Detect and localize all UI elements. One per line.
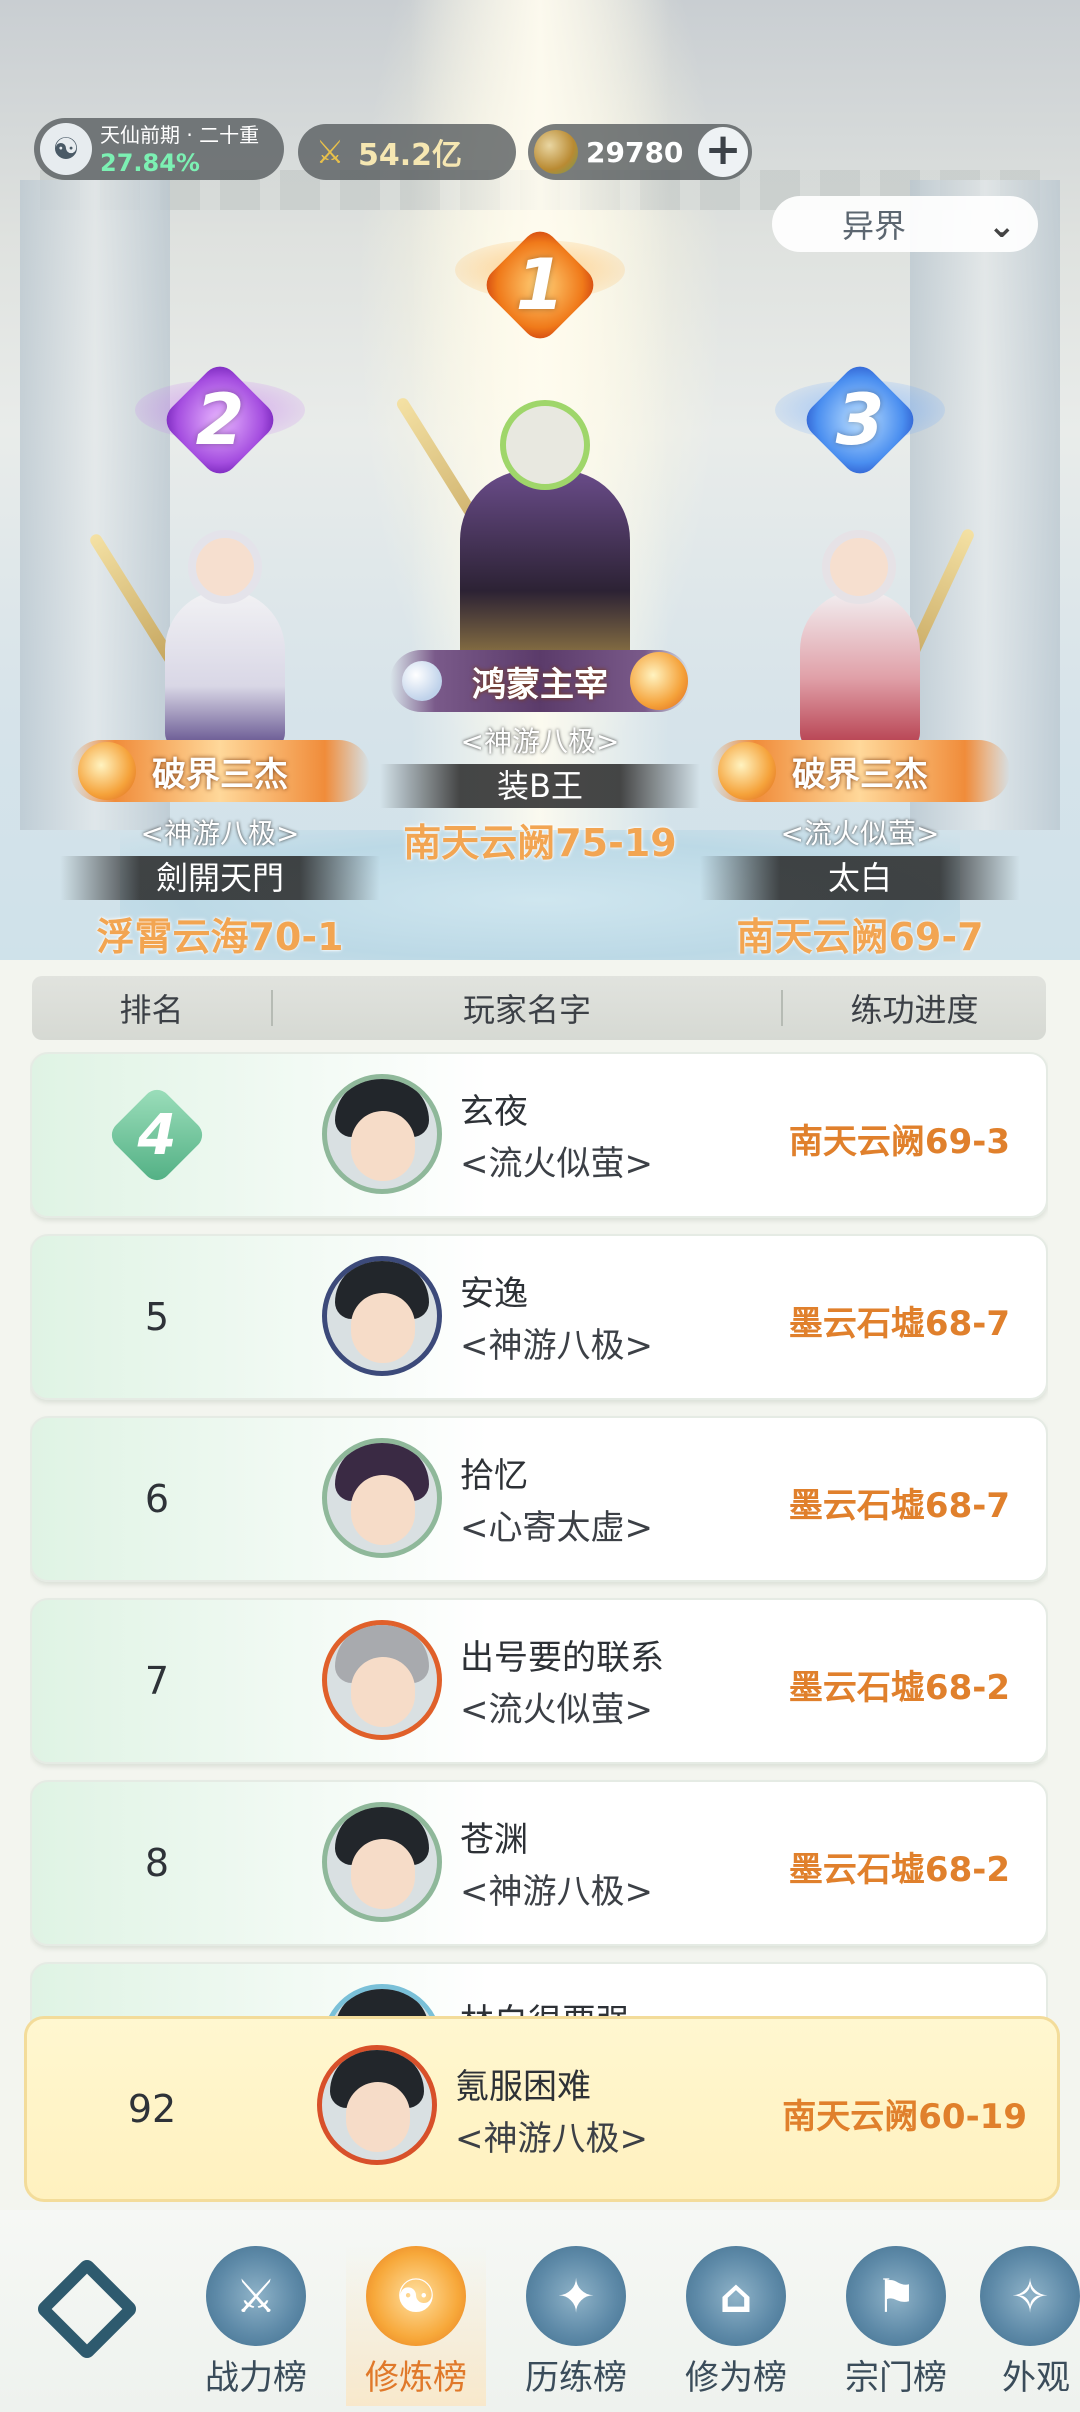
player-progress: 墨云石墟68-2 [788, 1668, 1010, 1708]
player-name: 安逸 [460, 1274, 528, 1314]
table-row[interactable]: 9 林白很要强 [30, 1962, 1048, 2022]
player-sect: <神游八极> [455, 2119, 648, 2159]
rank-cell: 6 [144, 1477, 170, 1521]
realm-name: 天仙前期 · 二十重 [100, 123, 260, 147]
tab-appearance-ranking[interactable]: ✧ 外观 [976, 2246, 1080, 2406]
player-sect: <流火似萤> [460, 1690, 653, 1730]
rank-cell: 4 [32, 1054, 282, 1216]
player-avatar[interactable] [317, 2045, 437, 2165]
player-progress: 墨云石墟68-7 [788, 1486, 1010, 1526]
rank-cell: 8 [144, 1841, 170, 1885]
jade-icon [534, 130, 578, 174]
rank-2-badge: 2 [155, 355, 285, 485]
rank-1-character[interactable] [394, 360, 680, 690]
player-name: 拾忆 [460, 1456, 528, 1496]
rank-1-name[interactable]: 装B王 [380, 764, 700, 808]
tab-cultivation-ranking[interactable]: ☯ 修炼榜 [346, 2246, 486, 2406]
crossed-swords-icon: ⚔ [315, 133, 345, 171]
player-sect: <神游八极> [460, 1326, 653, 1366]
rank-cell: 5 [144, 1295, 170, 1339]
rank-3-progress: 南天云阙69-7 [736, 915, 984, 959]
player-name: 氪服困难 [455, 2067, 591, 2107]
rank-cell: 9 [32, 1964, 282, 2022]
home-logo-button[interactable] [34, 2256, 140, 2362]
rank-2-progress: 浮霄云海70-1 [96, 915, 344, 959]
straw-hat-icon: ⌂ [686, 2246, 786, 2346]
realm-progress: 27.84% [100, 149, 200, 177]
orb-icon [402, 661, 442, 701]
chevron-down-icon: ⌄ [987, 206, 1017, 246]
player-name: 苍渊 [460, 1820, 528, 1860]
my-rank-row[interactable]: 92 氪服困难 <神游八极> 南天云阙60-19 [24, 2016, 1060, 2202]
player-progress: 墨云石墟68-2 [788, 1850, 1010, 1890]
tab-power-ranking[interactable]: ⚔ 战力榜 [186, 2246, 326, 2406]
player-name: 玄夜 [460, 1092, 528, 1132]
compass-star-icon: ✦ [526, 2246, 626, 2346]
player-avatar[interactable] [322, 1074, 442, 1194]
column-header-progress: 练功进度 [850, 991, 979, 1029]
sun-emblem-icon [630, 652, 688, 710]
player-progress: 墨云石墟68-7 [788, 1304, 1010, 1344]
ranking-list[interactable]: 4 玄夜 <流火似萤> 南天云阙69-3 5 安逸 <神游八极> 墨云石墟68-… [30, 1052, 1048, 2022]
rank-2-name[interactable]: 劍開天門 [60, 856, 380, 900]
rank-2-sect: <神游八极> [140, 817, 300, 850]
tab-realm-ranking[interactable]: ⌂ 修为榜 [666, 2246, 806, 2406]
combat-power-value: 54.2亿 [358, 138, 463, 173]
sun-emblem-icon [718, 742, 776, 800]
rank-3-name[interactable]: 太白 [700, 856, 1020, 900]
player-sect: <心寄太虚> [460, 1508, 653, 1548]
rank-3-badge: 3 [795, 355, 925, 485]
player-sect: <流火似萤> [460, 1144, 653, 1184]
player-name: 出号要的联系 [460, 1638, 664, 1678]
rank-3-character[interactable] [750, 500, 976, 750]
player-avatar[interactable] [322, 1802, 442, 1922]
rank-2-character[interactable] [87, 500, 330, 750]
player-avatar-icon: ☯ [40, 123, 92, 175]
sun-emblem-icon [78, 742, 136, 800]
bottom-nav: ⚔ 战力榜 ☯ 修炼榜 ✦ 历练榜 ⌂ 修为榜 ⚑ 宗门榜 ✧ 外观 [0, 2210, 1080, 2412]
table-row[interactable]: 6 拾忆 <心寄太虚> 墨云石墟68-7 [30, 1416, 1048, 1582]
rank-1-badge: 1 [475, 220, 605, 350]
table-row[interactable]: 4 玄夜 <流火似萤> 南天云阙69-3 [30, 1052, 1048, 1218]
player-progress: 南天云阙60-19 [782, 2097, 1027, 2137]
rank-3-sect: <流火似萤> [780, 817, 940, 850]
jade-currency: 29780 + [528, 124, 752, 180]
rank-1-sect: <神游八极> [460, 725, 620, 758]
yin-yang-icon: ☯ [366, 2246, 466, 2346]
tab-sect-ranking[interactable]: ⚑ 宗门榜 [826, 2246, 966, 2406]
table-row[interactable]: 7 出号要的联系 <流火似萤> 墨云石墟68-2 [30, 1598, 1048, 1764]
player-avatar[interactable] [322, 1438, 442, 1558]
table-header: 排名 玩家名字 练功进度 [32, 976, 1046, 1040]
column-header-player: 玩家名字 [463, 991, 592, 1029]
tab-trial-ranking[interactable]: ✦ 历练榜 [506, 2246, 646, 2406]
add-jade-button[interactable]: + [698, 127, 748, 177]
server-scope-dropdown[interactable]: 异界 ⌄ [772, 196, 1038, 252]
player-avatar[interactable] [322, 1256, 442, 1376]
table-row[interactable]: 5 安逸 <神游八极> 墨云石墟68-7 [30, 1234, 1048, 1400]
player-sect: <神游八极> [460, 1872, 653, 1912]
realm-status[interactable]: ☯ 天仙前期 · 二十重 27.84% [34, 118, 284, 180]
player-avatar[interactable] [322, 1620, 442, 1740]
banner-icon: ⚑ [846, 2246, 946, 2346]
column-header-rank: 排名 [119, 991, 184, 1029]
outfit-icon: ✧ [980, 2246, 1080, 2346]
rank-cell: 92 [127, 2087, 177, 2131]
table-row[interactable]: 8 苍渊 <神游八极> 墨云石墟68-2 [30, 1780, 1048, 1946]
rank-cell: 7 [144, 1659, 170, 1703]
rank-1-progress: 南天云阙75-19 [403, 821, 677, 865]
swords-icon: ⚔ [206, 2246, 306, 2346]
dropdown-selected: 异界 [842, 207, 907, 245]
player-progress: 南天云阙69-3 [788, 1122, 1010, 1162]
combat-power: ⚔ 54.2亿 [298, 124, 516, 180]
jade-value: 29780 [586, 135, 684, 169]
